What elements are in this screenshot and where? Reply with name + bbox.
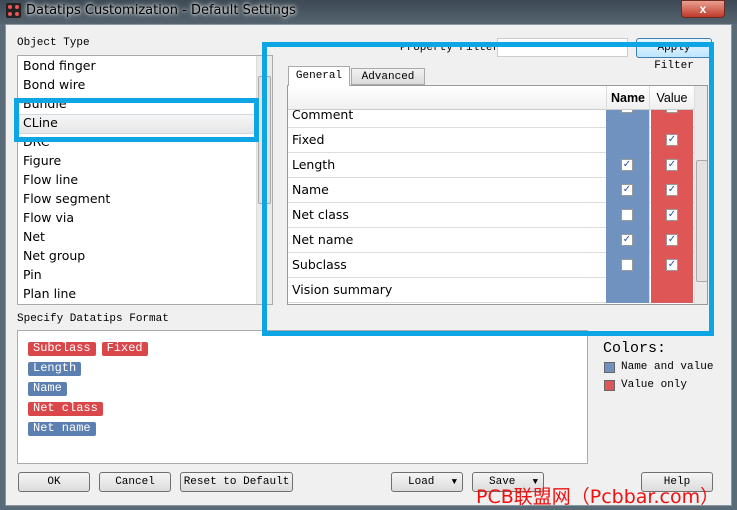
checkbox[interactable]: ✓ bbox=[621, 159, 633, 171]
value-cell[interactable]: ✓ bbox=[651, 128, 693, 153]
name-cell[interactable] bbox=[606, 278, 650, 303]
format-editor[interactable]: Subclass Fixed Length Name Net class Net name bbox=[17, 330, 588, 464]
scroll-thumb[interactable] bbox=[258, 76, 271, 204]
checkbox[interactable]: ✓ bbox=[621, 234, 633, 246]
load-label: Load bbox=[408, 476, 435, 488]
list-item[interactable]: Flow segment bbox=[23, 191, 110, 206]
value-cell[interactable]: ✓ bbox=[651, 203, 693, 228]
value-cell[interactable]: ✓ bbox=[651, 153, 693, 178]
name-value-swatch bbox=[604, 362, 615, 373]
colors-label: Colors: bbox=[603, 340, 667, 357]
table-row[interactable]: Net class ✓ bbox=[288, 203, 706, 228]
tab-general[interactable]: General bbox=[288, 66, 350, 86]
close-button[interactable]: x bbox=[681, 0, 725, 18]
apply-filter-button[interactable]: Apply Filter bbox=[636, 38, 712, 72]
list-scrollbar[interactable] bbox=[256, 56, 272, 304]
property-label: Name bbox=[292, 182, 329, 197]
format-tag[interactable]: Name bbox=[28, 382, 67, 396]
header-name[interactable]: Name bbox=[606, 86, 650, 110]
checkbox[interactable] bbox=[621, 209, 633, 221]
ok-button[interactable]: OK bbox=[18, 472, 90, 492]
list-item[interactable]: Bundle bbox=[23, 96, 67, 111]
scroll-thumb[interactable] bbox=[696, 160, 707, 282]
table-row[interactable]: Name ✓ ✓ bbox=[288, 178, 706, 203]
tab-advanced[interactable]: Advanced bbox=[351, 68, 425, 85]
value-cell[interactable]: ✓ bbox=[651, 178, 693, 203]
name-cell[interactable] bbox=[606, 128, 650, 153]
window-title: Datatips Customization - Default Setting… bbox=[26, 3, 296, 18]
name-cell[interactable]: ✓ bbox=[606, 228, 650, 253]
property-label: Subclass bbox=[292, 257, 347, 272]
format-tag[interactable]: Fixed bbox=[101, 342, 148, 356]
list-item[interactable]: Pin bbox=[23, 267, 42, 282]
cancel-button[interactable]: Cancel bbox=[99, 472, 171, 492]
name-cell[interactable] bbox=[606, 203, 650, 228]
value-cell[interactable] bbox=[651, 278, 693, 303]
table-row[interactable]: Subclass ✓ bbox=[288, 253, 706, 278]
list-item[interactable]: Bond finger bbox=[23, 58, 96, 73]
format-tag[interactable]: Net name bbox=[28, 422, 96, 436]
list-item[interactable]: CLine bbox=[23, 115, 58, 130]
name-cell[interactable]: ✓ bbox=[606, 178, 650, 203]
table-scrollbar[interactable] bbox=[694, 86, 707, 304]
list-item[interactable]: DRC bbox=[23, 134, 49, 149]
format-tag[interactable]: Length bbox=[28, 362, 82, 376]
object-type-list[interactable]: Bond finger Bond wire Bundle CLine DRC Figure… bbox=[17, 55, 273, 305]
table-row[interactable]: Vision summary bbox=[288, 278, 706, 303]
format-tag[interactable]: Subclass bbox=[28, 342, 96, 356]
checkbox[interactable]: ✓ bbox=[666, 134, 678, 146]
property-label: Vision summary bbox=[292, 282, 393, 297]
format-tag[interactable]: Net class bbox=[28, 402, 103, 416]
list-item[interactable]: Figure bbox=[23, 153, 61, 168]
list-item[interactable]: Bond wire bbox=[23, 77, 85, 92]
format-label: Specify Datatips Format bbox=[17, 313, 169, 325]
table-header: Name Value bbox=[288, 86, 706, 110]
list-item[interactable]: Flow via bbox=[23, 210, 74, 225]
list-item[interactable]: Flow line bbox=[23, 172, 78, 187]
value-only-swatch bbox=[604, 380, 615, 391]
reset-button[interactable]: Reset to Default bbox=[180, 472, 293, 492]
table-row[interactable]: Net name ✓ ✓ bbox=[288, 228, 706, 253]
title-bar: Datatips Customization - Default Setting… bbox=[0, 0, 737, 24]
name-cell[interactable]: ✓ bbox=[606, 153, 650, 178]
list-item[interactable]: Plan line bbox=[23, 286, 76, 301]
property-label: Net name bbox=[292, 232, 354, 247]
value-cell[interactable]: ✓ bbox=[651, 228, 693, 253]
table-row[interactable]: Fixed ✓ bbox=[288, 128, 706, 153]
value-cell[interactable]: ✓ bbox=[651, 253, 693, 278]
property-filter-label: Property Filter bbox=[400, 42, 500, 54]
checkbox[interactable] bbox=[621, 259, 633, 271]
load-button[interactable]: Load ▼ bbox=[391, 472, 463, 492]
checkbox[interactable]: ✓ bbox=[621, 184, 633, 196]
table-row[interactable]: Length ✓ ✓ bbox=[288, 153, 706, 178]
list-item[interactable]: Net bbox=[23, 229, 45, 244]
object-type-label: Object Type bbox=[17, 37, 90, 49]
watermark: PCB联盟网（Pcbbar.com） bbox=[476, 486, 720, 508]
checkbox[interactable]: ✓ bbox=[666, 159, 678, 171]
checkbox[interactable]: ✓ bbox=[666, 184, 678, 196]
checkbox[interactable]: ✓ bbox=[666, 209, 678, 221]
property-filter-input[interactable] bbox=[497, 38, 628, 57]
checkbox[interactable]: ✓ bbox=[666, 259, 678, 271]
property-label: Fixed bbox=[292, 132, 325, 147]
property-table: Vision summary Subclass ✓ Net name ✓ ✓ Net cla… bbox=[287, 85, 708, 305]
property-label: Net class bbox=[292, 207, 349, 222]
list-item[interactable]: Net group bbox=[23, 248, 85, 263]
header-value[interactable]: Value bbox=[651, 86, 693, 110]
dropdown-arrow-icon: ▼ bbox=[451, 477, 457, 487]
name-value-legend: Name and value bbox=[621, 361, 714, 373]
name-cell[interactable] bbox=[606, 253, 650, 278]
property-label: Length bbox=[292, 157, 336, 172]
app-icon bbox=[6, 3, 21, 18]
value-only-legend: Value only bbox=[621, 379, 688, 391]
checkbox[interactable]: ✓ bbox=[666, 234, 678, 246]
